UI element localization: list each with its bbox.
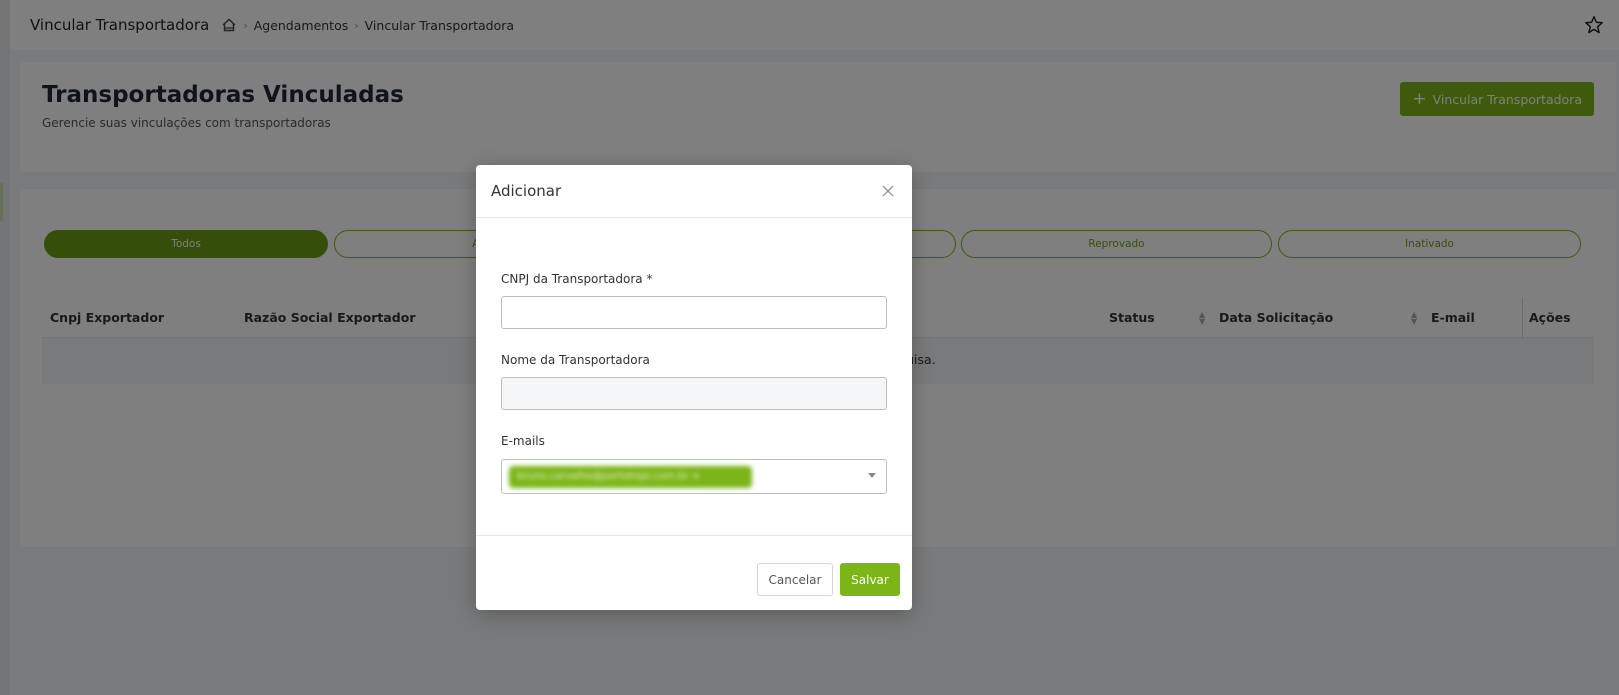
- chevron-down-icon[interactable]: [868, 473, 876, 478]
- cnpj-input[interactable]: [501, 296, 887, 329]
- save-button[interactable]: Salvar: [840, 563, 900, 596]
- email-chip[interactable]: bruno.carvalho@portohoje.com.br ×: [509, 466, 752, 488]
- cancel-button[interactable]: Cancelar: [757, 563, 833, 596]
- modal-header: Adicionar: [476, 165, 912, 218]
- modal-title: Adicionar: [491, 182, 562, 200]
- nome-label: Nome da Transportadora: [501, 353, 650, 367]
- close-icon[interactable]: [880, 183, 896, 199]
- cnpj-label: CNPJ da Transportadora *: [501, 272, 653, 286]
- add-modal: Adicionar CNPJ da Transportadora * Nome …: [476, 165, 912, 610]
- emails-select[interactable]: bruno.carvalho@portohoje.com.br ×: [501, 459, 887, 494]
- modal-footer: Cancelar Salvar: [476, 535, 912, 610]
- nome-input: [501, 377, 887, 410]
- emails-label: E-mails: [501, 434, 545, 448]
